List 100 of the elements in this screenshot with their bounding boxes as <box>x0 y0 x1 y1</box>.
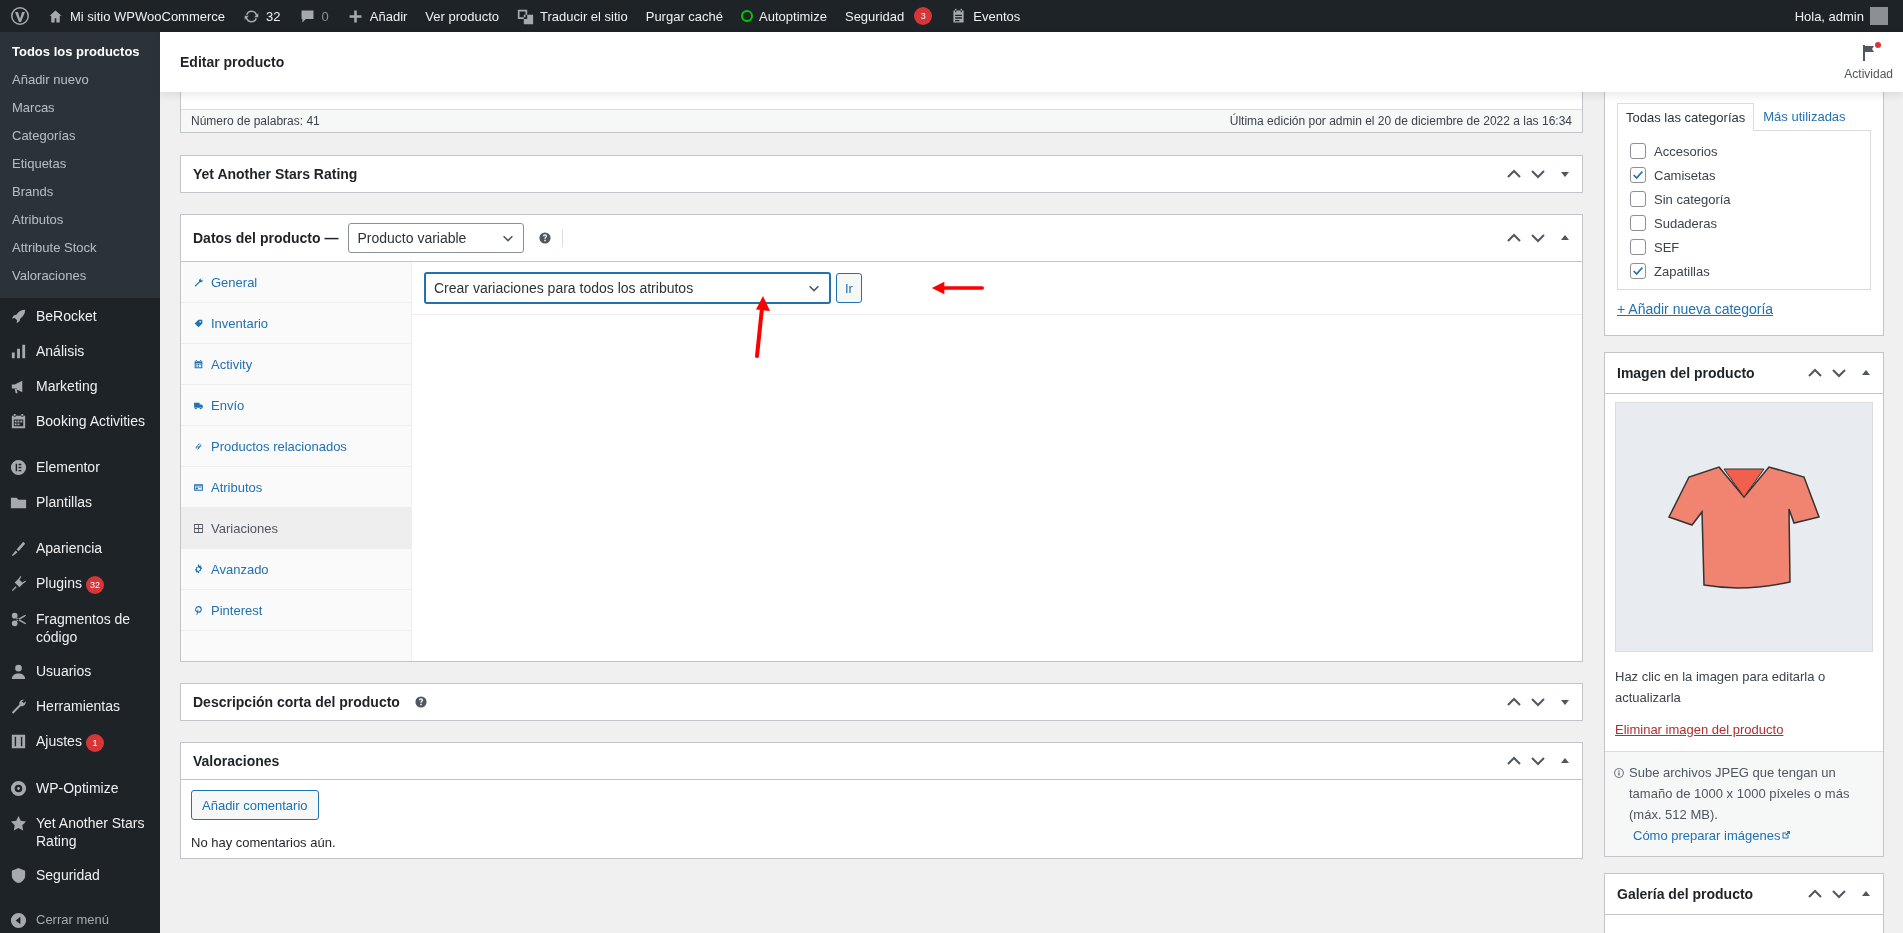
product-data-tab[interactable]: Inventario <box>181 303 411 344</box>
submenu-item[interactable]: Categorías <box>0 122 160 150</box>
info-icon <box>1613 767 1625 779</box>
view-product-link[interactable]: Ver producto <box>416 0 509 32</box>
collapse-toggle-icon[interactable] <box>1861 889 1871 899</box>
category-checkbox[interactable] <box>1630 263 1646 279</box>
submenu-item[interactable]: Todos los productos <box>0 38 160 66</box>
remove-image-link[interactable]: Eliminar imagen del producto <box>1615 722 1784 737</box>
menu-item[interactable]: Usuarios <box>0 654 160 689</box>
menu-item[interactable]: Plantillas <box>0 485 160 520</box>
collapse-toggle-icon[interactable] <box>1560 233 1570 243</box>
product-data-tab[interactable]: Envío <box>181 385 411 426</box>
image-hint: Haz clic en la imagen para editarla o actualizarla <box>1615 668 1827 707</box>
variation-action-select[interactable]: Crear variaciones para todos los atributos <box>424 272 831 304</box>
menu-label: Plantillas <box>36 493 93 511</box>
autoptimize-link[interactable]: Autoptimize <box>732 0 836 32</box>
translate-label: Traducir el sitio <box>540 8 628 24</box>
product-data-tab[interactable]: General <box>181 262 411 303</box>
menu-label: Análisis <box>36 342 85 360</box>
menu-item[interactable]: BeRocket <box>0 299 160 334</box>
security-label: Seguridad <box>844 8 905 24</box>
menu-label: Usuarios <box>36 662 92 680</box>
submenu-item[interactable]: Añadir nuevo <box>0 66 160 94</box>
category-checkbox[interactable] <box>1630 167 1646 183</box>
menu-item[interactable]: WP-Optimize <box>0 771 160 806</box>
menu-label: Plugins 32 <box>36 574 104 594</box>
product-type-select[interactable]: Producto variable <box>348 223 525 253</box>
menu-item[interactable]: Yet Another Stars Rating <box>0 806 160 858</box>
panel-title: Imagen del producto <box>1617 365 1755 381</box>
page-title: Editar producto <box>180 54 285 70</box>
calendar-icon <box>9 412 28 431</box>
site-name: Mi sitio WPWooCommerce <box>70 8 226 24</box>
last-edited-info: Última edición por admin el 20 de diciembre de 2022 a las 16:34 <box>1229 114 1572 128</box>
menu-item[interactable]: Herramientas <box>0 689 160 724</box>
product-data-tab[interactable]: Activity <box>181 344 411 385</box>
menu-item[interactable]: Plugins 32 <box>0 566 160 602</box>
menu-item[interactable]: Fragmentos de código <box>0 602 160 654</box>
notification-dot <box>1874 42 1881 48</box>
events-label: Eventos <box>973 8 1021 24</box>
category-tab[interactable]: Más utilizadas <box>1754 102 1855 130</box>
product-data-tab[interactable]: Productos relacionados <box>181 426 411 467</box>
updates-link[interactable]: 32 <box>234 0 290 32</box>
submenu-item[interactable]: Valoraciones <box>0 262 160 290</box>
menu-item[interactable]: Marketing <box>0 369 160 404</box>
go-button[interactable]: Ir <box>836 273 862 303</box>
wrench-icon <box>9 697 28 716</box>
account-link[interactable]: Hola, admin <box>1785 0 1897 32</box>
product-image[interactable] <box>1615 402 1873 652</box>
collapse-toggle-icon[interactable] <box>1861 368 1871 378</box>
category-checkbox[interactable] <box>1630 239 1646 255</box>
menu-label: Marketing <box>36 377 98 395</box>
menu-item[interactable]: Apariencia <box>0 531 160 566</box>
star-icon <box>9 814 28 833</box>
menu-item[interactable]: Booking Activities <box>0 404 160 439</box>
tag-icon <box>193 317 204 329</box>
submenu-item[interactable]: Marcas <box>0 94 160 122</box>
menu-label: Apariencia <box>36 539 103 557</box>
security-link[interactable]: Seguridad 3 <box>835 0 942 32</box>
events-link[interactable]: Eventos <box>941 0 1030 32</box>
submenu-item[interactable]: Atributos <box>0 206 160 234</box>
category-checkbox[interactable] <box>1630 191 1646 207</box>
collapse-menu-button[interactable]: Cerrar menú <box>0 903 160 933</box>
new-link[interactable]: Añadir <box>337 0 417 32</box>
notification-count: 3 <box>914 7 933 25</box>
menu-label: Ajustes 1 <box>36 732 104 752</box>
image-guide-link[interactable]: Cómo preparar imágenes <box>1633 828 1792 843</box>
menu-item[interactable]: Elementor <box>0 450 160 485</box>
bar-chart-icon <box>9 342 28 361</box>
menu-item[interactable]: Seguridad <box>0 858 160 893</box>
menu-label: Seguridad <box>36 866 100 884</box>
category-label: Sin categoría <box>1654 191 1731 207</box>
activity-button[interactable]: Actividad <box>1844 43 1893 81</box>
panel-title: Valoraciones <box>193 753 280 769</box>
expand-toggle-icon[interactable] <box>1560 697 1570 707</box>
menu-label: Herramientas <box>36 697 121 715</box>
submenu-item[interactable]: Etiquetas <box>0 150 160 178</box>
category-checkbox[interactable] <box>1630 215 1646 231</box>
menu-label: Elementor <box>36 458 100 476</box>
expand-toggle-icon[interactable] <box>1560 169 1570 179</box>
product-data-tab[interactable]: Pinterest <box>181 590 411 631</box>
panel-title: Datos del producto — <box>193 230 339 246</box>
comments-link[interactable]: 0 <box>289 0 338 32</box>
menu-item[interactable]: Análisis <box>0 334 160 369</box>
menu-item[interactable]: Ajustes 1 <box>0 724 160 760</box>
upload-note: Sube archivos JPEG que tengan un tamaño de 1000 x 1000 píxeles o más (máx. 512 MB). Cómo preparar imágenes <box>1629 764 1851 845</box>
site-link[interactable]: Mi sitio WPWooCommerce <box>38 0 235 32</box>
submenu-item[interactable]: Attribute Stock <box>0 234 160 262</box>
collapse-toggle-icon[interactable] <box>1560 756 1570 766</box>
category-tab[interactable]: Todas las categorías <box>1617 103 1755 131</box>
word-count: Número de palabras: 41 <box>191 114 320 128</box>
add-category-link[interactable]: + Añadir nueva categoría <box>1617 301 1774 317</box>
product-data-tab[interactable]: Avanzado <box>181 549 411 590</box>
category-checkbox[interactable] <box>1630 143 1646 159</box>
product-data-tab[interactable]: Variaciones <box>181 508 411 549</box>
comments-count: 0 <box>321 8 329 24</box>
purge-cache-link[interactable]: Purgar caché <box>636 0 733 32</box>
translate-link[interactable]: Traducir el sitio <box>508 0 637 32</box>
add-comment-button[interactable]: Añadir comentario <box>191 790 319 820</box>
table-icon <box>193 481 204 493</box>
submenu-item[interactable]: Brands <box>0 178 160 206</box>
